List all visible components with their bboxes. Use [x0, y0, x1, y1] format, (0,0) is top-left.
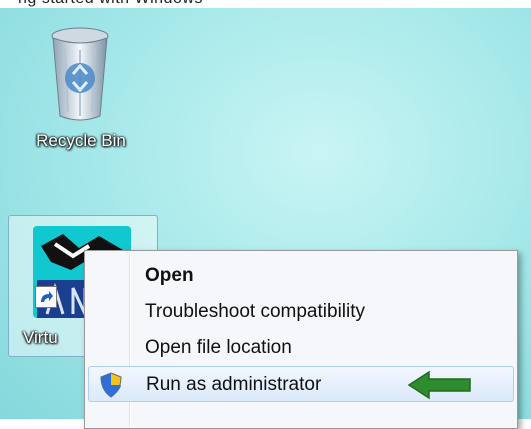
menu-item-open[interactable]: Open: [88, 258, 514, 294]
menu-item-label: Open: [145, 265, 194, 286]
menu-item-label: Troubleshoot compatibility: [145, 301, 366, 322]
recycle-bin-icon: [51, 27, 109, 121]
desktop[interactable]: Recycle Bin Virtu Open Troubleshoot comp…: [0, 8, 531, 429]
top-cropped-text-strip: ng started with Windows: [0, 0, 531, 8]
recycle-bin-label: Recycle Bin: [36, 131, 126, 150]
menu-item-open-file-location[interactable]: Open file location: [88, 330, 514, 366]
menu-item-troubleshoot-compatibility[interactable]: Troubleshoot compatibility: [88, 294, 514, 330]
recycle-bin-shortcut[interactable]: Recycle Bin: [16, 18, 146, 168]
shortcut-arrow-icon: [35, 286, 57, 308]
menu-item-run-as-administrator[interactable]: Run as administrator: [88, 366, 514, 402]
menu-item-label: Run as administrator: [146, 374, 322, 395]
cropped-heading-text: ng started with Windows: [18, 0, 203, 8]
menu-item-label: Open file location: [145, 337, 292, 358]
context-menu: Open Troubleshoot compatibility Open fil…: [84, 250, 518, 429]
green-arrow-icon: [407, 370, 471, 400]
uac-shield-icon: [100, 372, 122, 398]
